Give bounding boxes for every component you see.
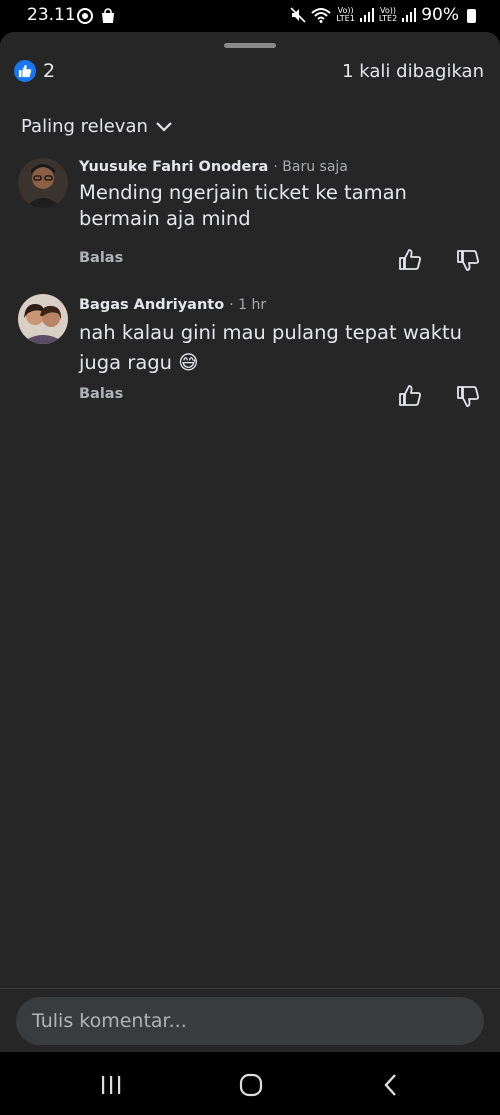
comment-text: Mending ngerjain ticket ke taman bermain… — [79, 181, 407, 230]
reply-button[interactable]: Balas — [79, 386, 123, 402]
reaction-summary[interactable]: 2 — [14, 60, 55, 82]
sort-label: Paling relevan — [21, 116, 148, 137]
signal-icon-2 — [402, 8, 417, 22]
comment-time: · 1 hr — [229, 297, 267, 313]
share-count[interactable]: 1 kali dibagikan — [342, 61, 484, 82]
recent-apps-icon[interactable] — [96, 1070, 126, 1100]
home-icon[interactable] — [236, 1070, 266, 1100]
avatar[interactable] — [18, 294, 68, 344]
avatar[interactable] — [18, 158, 68, 208]
thumbs-down-icon[interactable] — [456, 248, 480, 272]
comment-author[interactable]: Yuusuke Fahri Onodera — [79, 159, 268, 175]
sort-dropdown[interactable]: Paling relevan — [21, 116, 172, 137]
wifi-icon — [311, 8, 332, 23]
comments-sheet: 2 1 kali dibagikan Paling relevan Yuusuk… — [0, 32, 500, 988]
lte1-indicator: Vo)) LTE1 — [336, 6, 355, 23]
sheet-drag-handle[interactable] — [224, 43, 276, 48]
status-bar: 23.11 Vo)) LTE1 Vo)) LTE2 90% — [0, 0, 500, 32]
chevron-down-icon — [156, 121, 172, 132]
back-icon[interactable] — [376, 1070, 406, 1100]
signal-icon-1 — [359, 8, 374, 22]
battery-percent: 90% — [421, 5, 459, 25]
battery-icon — [467, 9, 476, 23]
lte2-indicator: Vo)) LTE2 — [378, 6, 398, 23]
like-count: 2 — [43, 60, 56, 82]
thumbs-down-icon[interactable] — [456, 384, 480, 408]
system-navigation-bar — [0, 1052, 500, 1115]
comment-composer-bar: Tulis komentar... — [0, 988, 500, 1053]
thumbs-up-icon[interactable] — [398, 248, 422, 272]
reply-button[interactable]: Balas — [79, 250, 123, 266]
comment-input[interactable]: Tulis komentar... — [16, 997, 484, 1045]
comment-time: · Baru saja — [273, 159, 348, 175]
comment-text: nah kalau gini mau pulang tepat waktu ju… — [79, 321, 463, 374]
status-time: 23.11 — [27, 5, 76, 25]
comment-header: Yuusuke Fahri Onodera · Baru saja — [79, 156, 484, 175]
shopping-bag-icon — [102, 8, 114, 23]
thumbs-up-icon[interactable] — [398, 384, 422, 408]
media-playing-icon — [77, 8, 93, 24]
comment-header: Bagas Andriyanto · 1 hr — [79, 294, 484, 313]
like-reaction-icon — [14, 60, 36, 82]
comment-author[interactable]: Bagas Andriyanto — [79, 297, 224, 313]
mute-icon — [290, 7, 306, 23]
